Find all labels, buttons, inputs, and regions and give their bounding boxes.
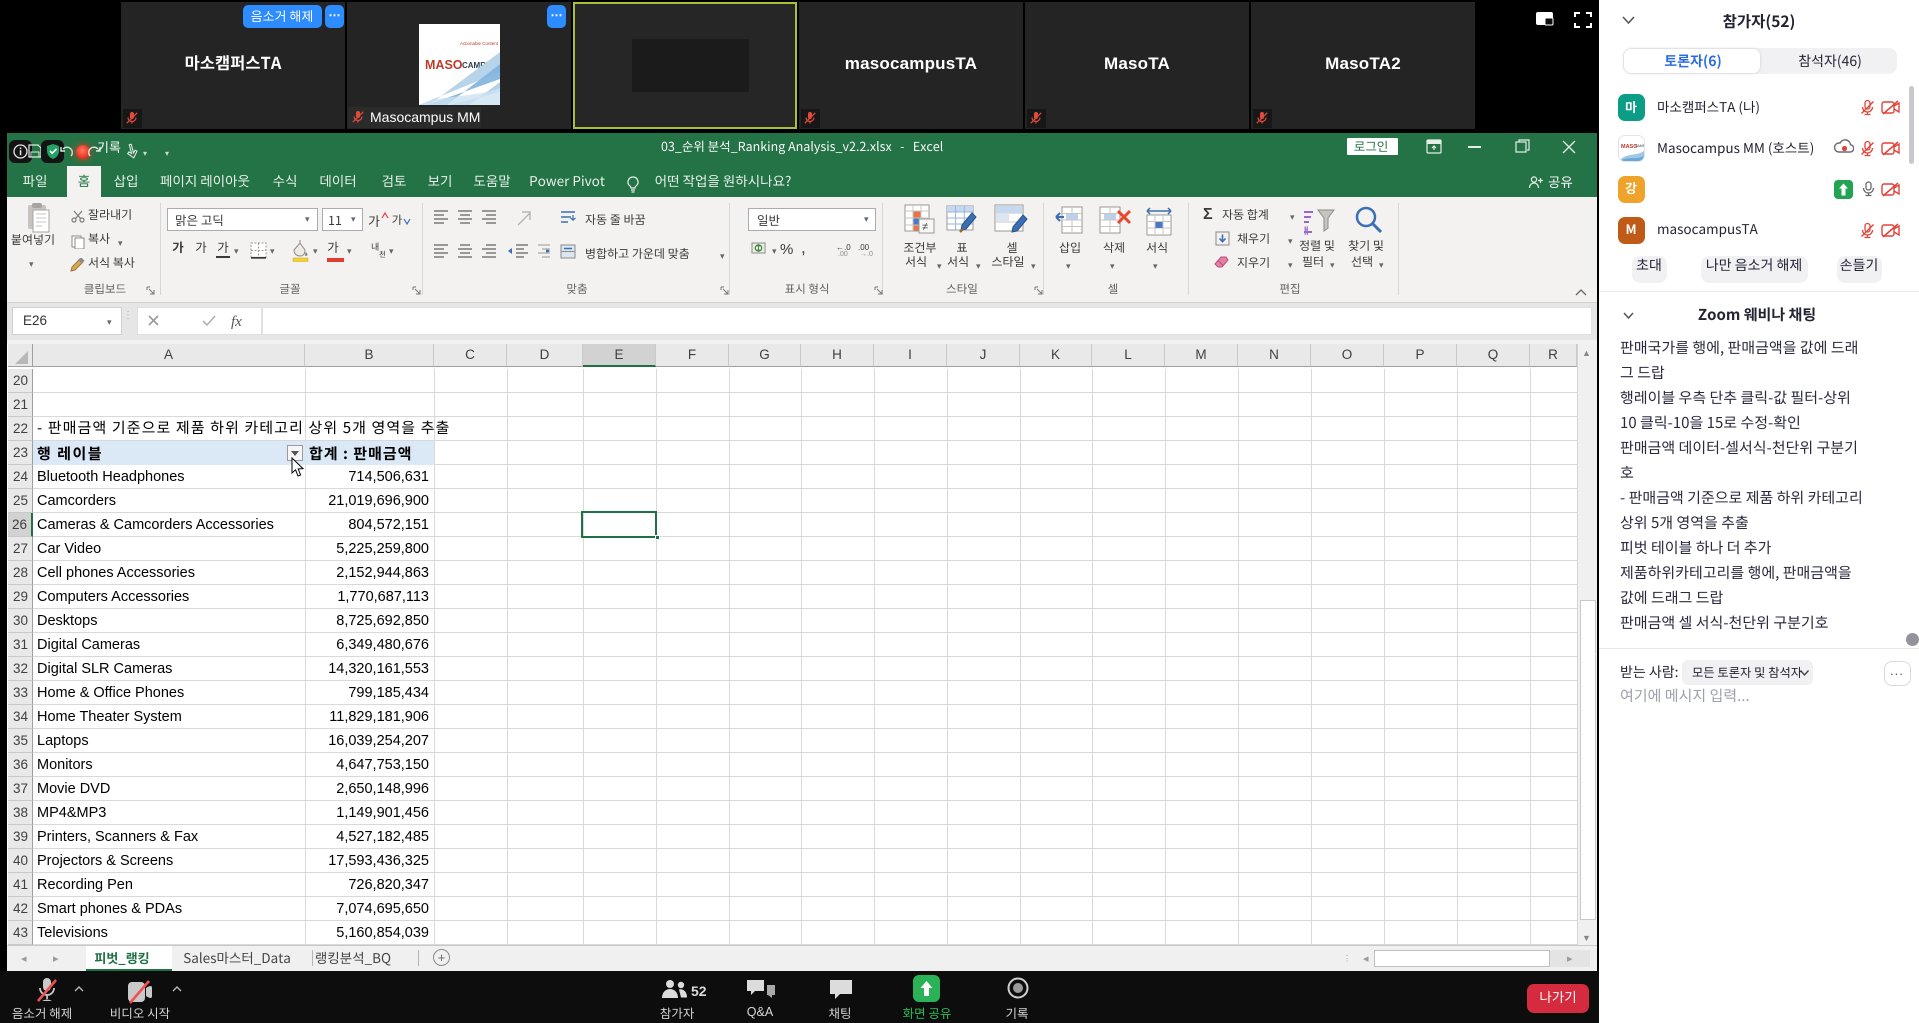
svg-text:.00: .00 bbox=[838, 251, 848, 257]
svg-text:MASO: MASO bbox=[425, 58, 463, 72]
svg-text:Actionable Content: Actionable Content bbox=[460, 41, 499, 46]
svg-text:→.0: →.0 bbox=[860, 251, 873, 257]
svg-text:ㅒ: ㅒ bbox=[1302, 225, 1310, 236]
svg-text:fx: fx bbox=[231, 314, 242, 330]
svg-text:CAMPUS: CAMPUS bbox=[1635, 144, 1644, 148]
svg-text:≠: ≠ bbox=[922, 221, 928, 233]
